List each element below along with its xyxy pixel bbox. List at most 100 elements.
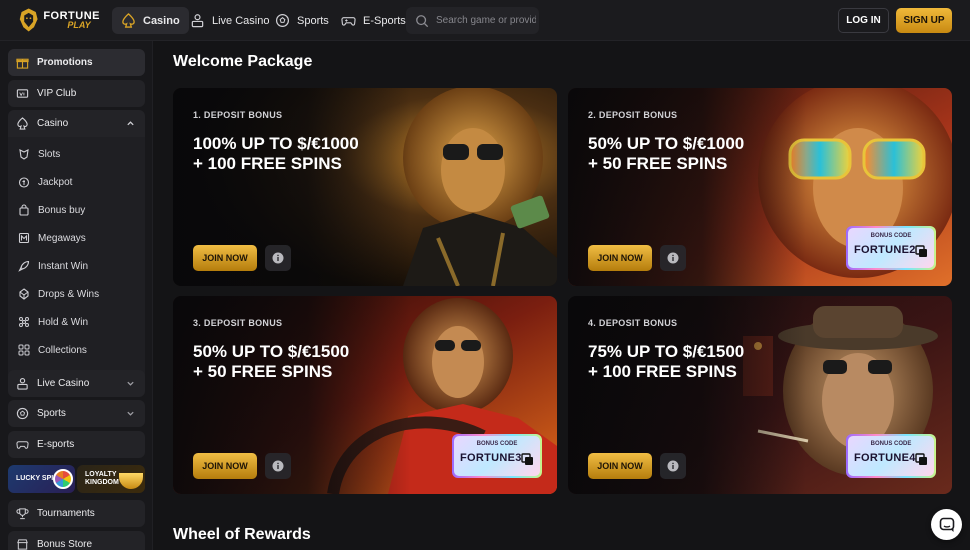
sidebar-item-casino[interactable]: Casino	[8, 110, 145, 137]
card-headline-line2: + 100 FREE SPINS	[193, 154, 342, 173]
sidebar-subitem-bonus-buy[interactable]: Bonus buy	[18, 202, 85, 218]
sidebar-subitem-collections[interactable]: Collections	[18, 342, 87, 358]
bonus-code-value: FORTUNE2	[854, 244, 916, 256]
slot-icon	[19, 149, 29, 160]
card-headline-line1: 100% UP TO $/€1000	[193, 134, 359, 153]
sidebar-subitem-label: Megaways	[38, 232, 86, 244]
sidebar-subitem-instant-win[interactable]: Instant Win	[18, 258, 88, 274]
nav-casino-label: Casino	[143, 14, 180, 27]
bonus-code-badge[interactable]: BONUS CODE FORTUNE4	[846, 434, 936, 478]
bonus-code-title: BONUS CODE	[870, 441, 912, 447]
info-button[interactable]	[265, 453, 291, 479]
chevron-up-icon	[127, 121, 134, 126]
copy-icon[interactable]	[521, 453, 534, 466]
gamepad-icon	[16, 441, 29, 449]
sidebar-item-tournaments[interactable]: Tournaments	[8, 500, 145, 527]
sidebar-item-label: Promotions	[37, 57, 93, 68]
sidebar-item-live-casino[interactable]: Live Casino	[8, 370, 145, 397]
bonus-code-badge[interactable]: BONUS CODE FORTUNE2	[846, 226, 936, 270]
info-button[interactable]	[660, 245, 686, 271]
treasure-icon	[119, 473, 143, 489]
nav-casino[interactable]: Casino	[112, 7, 189, 34]
sidebar-subitem-label: Instant Win	[38, 260, 89, 272]
deposit-bonus-card[interactable]: 2. DEPOSIT BONUS 50% UP TO $/€1000 + 50 …	[568, 88, 952, 286]
sidebar-item-sports[interactable]: Sports	[8, 400, 145, 427]
deposit-bonus-card[interactable]: 4. DEPOSIT BONUS 75% UP TO $/€1500 + 100…	[568, 296, 952, 494]
sidebar-item-label: VIP Club	[37, 88, 77, 99]
sidebar-item-label: Tournaments	[37, 508, 95, 519]
sidebar-item-bonus-store[interactable]: Bonus Store	[8, 531, 145, 550]
hold-icon	[19, 317, 29, 327]
info-button[interactable]	[660, 453, 686, 479]
join-now-button[interactable]: JOIN NOW	[588, 453, 652, 479]
sidebar-subitem-label: Bonus buy	[38, 204, 86, 216]
lion-logo-icon	[19, 8, 38, 32]
info-icon	[272, 460, 284, 472]
deposit-bonus-card[interactable]: 1. DEPOSIT BONUS 100% UP TO $/€1000 + 10…	[173, 88, 557, 286]
bonus-code-value: FORTUNE4	[854, 452, 916, 464]
brand-logo[interactable]: FORTUNE PLAY	[18, 5, 100, 35]
copy-icon[interactable]	[915, 453, 928, 466]
card-headline: 100% UP TO $/€1000 + 100 FREE SPINS	[193, 134, 359, 174]
sidebar-subitem-label: Drops & Wins	[38, 288, 100, 300]
nav-esports[interactable]: E-Sports	[332, 7, 415, 34]
sidebar-subitem-jackpot[interactable]: Jackpot	[18, 174, 72, 190]
card-headline: 75% UP TO $/€1500 + 100 FREE SPINS	[588, 342, 744, 382]
rocket-icon	[18, 260, 30, 272]
login-button[interactable]: LOG IN	[838, 8, 889, 33]
bonus-code-value: FORTUNE3	[460, 452, 522, 464]
lucky-spin-tile[interactable]: LUCKY SPIN	[8, 465, 75, 493]
card-headline-line1: 75% UP TO $/€1500	[588, 342, 745, 361]
drops-icon	[19, 288, 29, 300]
search-icon	[416, 14, 429, 27]
sidebar-item-vip-club[interactable]: VIP Club	[8, 80, 145, 107]
sidebar-item-label: Bonus Store	[37, 539, 93, 550]
sidebar-subitem-slots[interactable]: Slots	[18, 146, 60, 162]
sidebar-item-label: Casino	[37, 118, 69, 129]
sidebar-subitem-megaways[interactable]: Megaways	[18, 230, 86, 246]
card-headline-line1: 50% UP TO $/€1000	[588, 134, 745, 153]
wheel-of-rewards-title: Wheel of Rewards	[173, 526, 311, 543]
bonus-code-title: BONUS CODE	[870, 233, 912, 239]
search-input[interactable]	[436, 15, 536, 26]
join-now-button[interactable]: JOIN NOW	[588, 245, 652, 271]
sidebar-item-esports[interactable]: E-sports	[8, 431, 145, 458]
loyalty-label-line2: KINGDOM	[85, 479, 119, 486]
card-headline-line2: + 100 FREE SPINS	[588, 362, 737, 381]
nav-esports-label: E-Sports	[363, 14, 406, 27]
card-headline-line2: + 50 FREE SPINS	[588, 154, 728, 173]
vip-icon	[16, 89, 29, 98]
info-button[interactable]	[265, 245, 291, 271]
nav-sports[interactable]: Sports	[266, 7, 338, 34]
chat-icon	[939, 517, 954, 532]
copy-icon[interactable]	[915, 245, 928, 258]
card-headline-line2: + 50 FREE SPINS	[193, 362, 333, 381]
card-label: 3. DEPOSIT BONUS	[193, 318, 283, 328]
trophy-icon	[16, 508, 29, 520]
search-box[interactable]	[406, 7, 539, 34]
sidebar-subitem-hold-win[interactable]: Hold & Win	[18, 314, 88, 330]
megaways-icon	[18, 232, 30, 244]
nav-live-casino-label: Live Casino	[212, 14, 270, 27]
join-now-button[interactable]: JOIN NOW	[193, 453, 257, 479]
nav-live-casino[interactable]: Live Casino	[181, 7, 278, 34]
sidebar-subitem-label: Collections	[38, 344, 87, 356]
live-chat-button[interactable]	[931, 509, 962, 540]
bonus-code-badge[interactable]: BONUS CODE FORTUNE3	[452, 434, 542, 478]
dealer-icon	[191, 14, 204, 28]
join-now-button[interactable]: JOIN NOW	[193, 245, 257, 271]
sidebar-subitem-drops-wins[interactable]: Drops & Wins	[18, 286, 99, 302]
sidebar-subitem-label: Jackpot	[38, 176, 73, 188]
deposit-bonus-card[interactable]: 3. DEPOSIT BONUS 50% UP TO $/€1500 + 50 …	[173, 296, 557, 494]
card-label: 4. DEPOSIT BONUS	[588, 318, 678, 328]
lucky-spin-label: LUCKY SPIN	[16, 475, 59, 483]
loyalty-kingdom-tile[interactable]: LOYALTY KINGDOM	[77, 465, 145, 493]
sidebar-item-promotions[interactable]: Promotions	[8, 49, 145, 76]
card-headline: 50% UP TO $/€1500 + 50 FREE SPINS	[193, 342, 349, 382]
signup-button[interactable]: SIGN UP	[896, 8, 952, 33]
collections-icon	[18, 344, 30, 356]
sidebar-subitem-label: Hold & Win	[38, 316, 89, 328]
info-icon	[667, 252, 679, 264]
sidebar-item-label: Sports	[37, 408, 66, 419]
soccer-ball-icon	[275, 13, 290, 28]
